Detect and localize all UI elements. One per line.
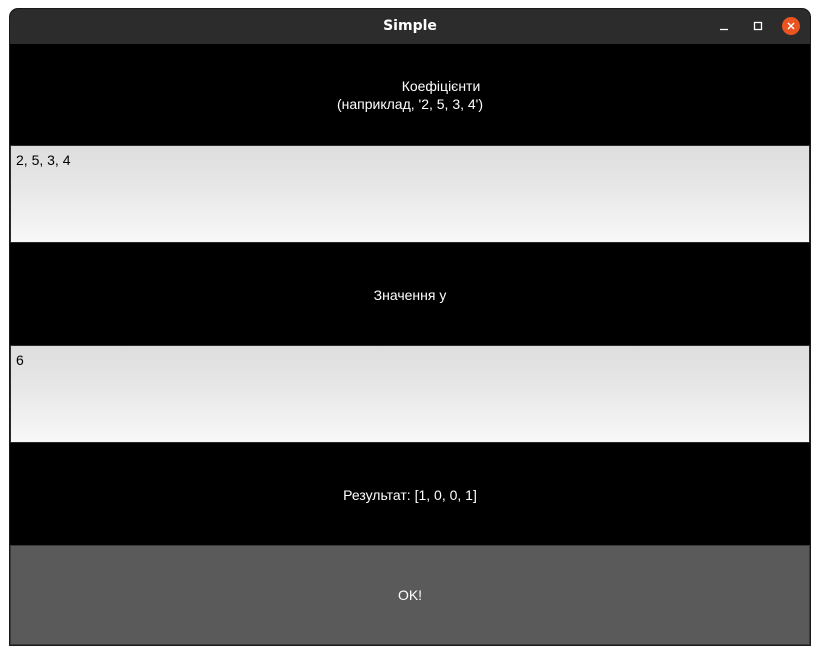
coefficients-input-value: 2, 5, 3, 4: [16, 152, 71, 168]
maximize-button[interactable]: [748, 16, 768, 36]
coefficients-input[interactable]: 2, 5, 3, 4: [10, 145, 810, 243]
ok-button-label: OK!: [397, 587, 423, 603]
window-title: Simple: [383, 18, 437, 34]
coefficients-label-title: Коефіцієнти: [401, 78, 481, 94]
y-value-label: Значення у: [10, 245, 810, 345]
ok-button[interactable]: OK!: [10, 545, 810, 645]
app-window: Simple Коефіцієнти (наприклад, '2, 5, 3,…: [10, 9, 810, 645]
coefficients-label: Коефіцієнти (наприклад, '2, 5, 3, 4'): [10, 45, 810, 145]
title-bar[interactable]: Simple: [10, 9, 810, 44]
close-button[interactable]: [782, 17, 800, 35]
y-value-input-value: 6: [16, 352, 24, 368]
maximize-icon: [753, 21, 763, 31]
close-icon: [787, 22, 795, 30]
main-content: Коефіцієнти (наприклад, '2, 5, 3, 4') 2,…: [10, 45, 810, 645]
minimize-icon: [720, 28, 728, 31]
y-value-input[interactable]: 6: [10, 345, 810, 443]
minimize-button[interactable]: [714, 16, 734, 36]
coefficients-label-hint: (наприклад, '2, 5, 3, 4'): [336, 96, 484, 112]
result-label: Результат: [1, 0, 0, 1]: [10, 445, 810, 545]
